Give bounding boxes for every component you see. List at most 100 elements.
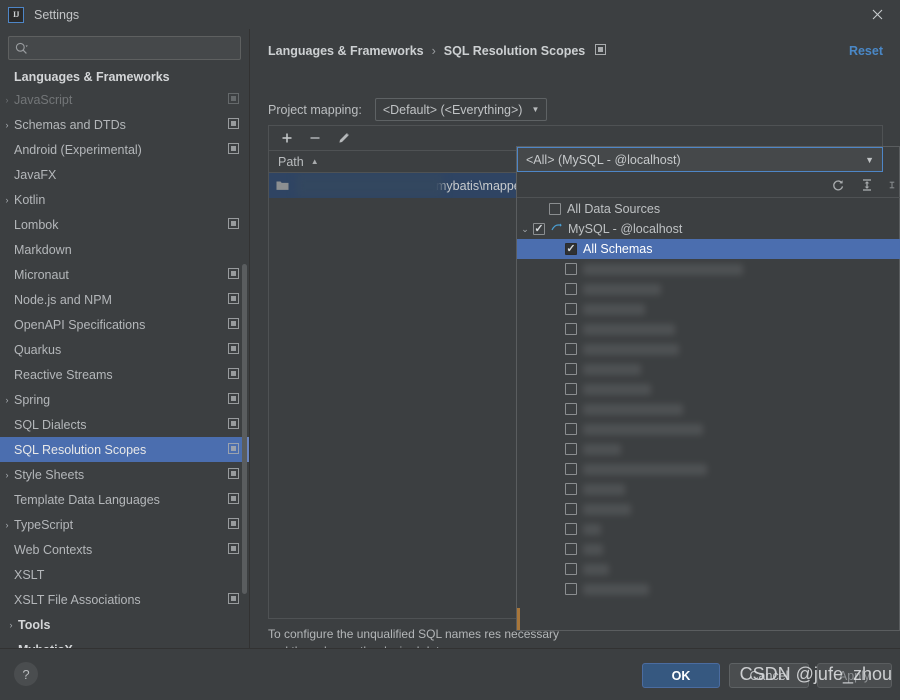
- search-box[interactable]: [8, 36, 241, 60]
- checkbox[interactable]: [565, 423, 577, 435]
- expand-all-icon[interactable]: [888, 177, 896, 193]
- search-input[interactable]: [32, 41, 234, 55]
- checkbox[interactable]: [565, 503, 577, 515]
- schema-list-item[interactable]: [517, 399, 900, 419]
- resolution-scope-combo[interactable]: <All> (MySQL - @localhost) ▼: [517, 147, 883, 172]
- sidebar-item-javascript[interactable]: ›JavaScript: [0, 87, 249, 112]
- schema-list-item[interactable]: [517, 359, 900, 379]
- schema-list-item[interactable]: [517, 539, 900, 559]
- sidebar-item-node-js-and-npm[interactable]: ›Node.js and NPM: [0, 287, 249, 312]
- table-row[interactable]: mybatis\mappe: [269, 173, 517, 198]
- sidebar-item-kotlin[interactable]: ›Kotlin: [0, 187, 249, 212]
- checkbox[interactable]: [565, 243, 577, 255]
- chevron-right-icon[interactable]: ›: [0, 95, 14, 105]
- sidebar-item-web-contexts[interactable]: ›Web Contexts: [0, 537, 249, 562]
- checkbox[interactable]: [533, 223, 545, 235]
- sidebar-item-spring[interactable]: ›Spring: [0, 387, 249, 412]
- schema-list-item[interactable]: [517, 479, 900, 499]
- schema-checkbox-list[interactable]: All Data Sources⌄MySQL - @localhostAll S…: [517, 199, 900, 630]
- sidebar-item-xslt[interactable]: ›XSLT: [0, 562, 249, 587]
- reset-link[interactable]: Reset: [849, 44, 883, 58]
- sidebar-item-markdown[interactable]: ›Markdown: [0, 237, 249, 262]
- chevron-right-icon[interactable]: ›: [0, 470, 14, 480]
- sidebar-item-lombok[interactable]: ›Lombok: [0, 212, 249, 237]
- schema-list-item[interactable]: [517, 339, 900, 359]
- schema-list-item[interactable]: [517, 419, 900, 439]
- sidebar-item-template-data-languages[interactable]: ›Template Data Languages: [0, 487, 249, 512]
- schema-list-item[interactable]: [517, 299, 900, 319]
- checkbox[interactable]: [565, 523, 577, 535]
- schema-list-item-all-data-sources[interactable]: All Data Sources: [517, 199, 900, 219]
- sidebar-item-mybatisx[interactable]: ›MybatisX: [0, 637, 249, 648]
- checkbox[interactable]: [565, 383, 577, 395]
- sidebar-item-reactive-streams[interactable]: ›Reactive Streams: [0, 362, 249, 387]
- settings-tree[interactable]: › Languages & Frameworks ›JavaScript›Sch…: [0, 66, 249, 648]
- chevron-right-icon[interactable]: ›: [0, 520, 14, 530]
- chevron-right-icon[interactable]: ›: [0, 195, 14, 205]
- schema-list-item-mysql-localhost[interactable]: ⌄MySQL - @localhost: [517, 219, 900, 239]
- sidebar-item-javafx[interactable]: ›JavaFX: [0, 162, 249, 187]
- checkbox[interactable]: [565, 363, 577, 375]
- sidebar-item-tools[interactable]: ›Tools: [0, 612, 249, 637]
- column-header-path[interactable]: Path ▲: [269, 151, 517, 173]
- ok-button[interactable]: OK: [642, 663, 720, 688]
- checkbox[interactable]: [565, 403, 577, 415]
- checkbox[interactable]: [565, 483, 577, 495]
- schema-list-item[interactable]: [517, 379, 900, 399]
- schema-list-item[interactable]: [517, 319, 900, 339]
- sidebar-item-micronaut[interactable]: ›Micronaut: [0, 262, 249, 287]
- sidebar-item-list[interactable]: ›JavaScript›Schemas and DTDs›Android (Ex…: [0, 87, 249, 612]
- sidebar-item-schemas-and-dtds[interactable]: ›Schemas and DTDs: [0, 112, 249, 137]
- chevron-down-icon[interactable]: ⌄: [517, 224, 533, 235]
- checkbox[interactable]: [565, 343, 577, 355]
- sidebar-item-xslt-file-associations[interactable]: ›XSLT File Associations: [0, 587, 249, 612]
- checkbox[interactable]: [565, 323, 577, 335]
- popup-scroll-indicator[interactable]: [517, 608, 520, 630]
- schema-list-item-all-schemas[interactable]: All Schemas: [517, 239, 900, 259]
- sidebar-item-typescript[interactable]: ›TypeScript: [0, 512, 249, 537]
- refresh-icon[interactable]: [830, 177, 846, 193]
- sidebar-item-sql-dialects[interactable]: ›SQL Dialects: [0, 412, 249, 437]
- schema-list-item[interactable]: [517, 559, 900, 579]
- chevron-right-icon[interactable]: ›: [0, 395, 14, 405]
- chevron-right-icon[interactable]: ›: [0, 120, 14, 130]
- sidebar-item-style-sheets[interactable]: ›Style Sheets: [0, 462, 249, 487]
- chevron-right-icon[interactable]: ›: [4, 620, 18, 630]
- schema-list-item[interactable]: [517, 439, 900, 459]
- minus-icon[interactable]: [308, 131, 322, 145]
- settings-page-icon[interactable]: [595, 44, 606, 58]
- settings-sidebar[interactable]: › Languages & Frameworks ›JavaScript›Sch…: [0, 29, 250, 648]
- schema-list-item[interactable]: [517, 259, 900, 279]
- help-button[interactable]: ?: [14, 662, 38, 686]
- checkbox[interactable]: [565, 463, 577, 475]
- checkbox[interactable]: [565, 303, 577, 315]
- checkbox[interactable]: [565, 283, 577, 295]
- cancel-button[interactable]: Cancel: [729, 663, 809, 688]
- schema-list-item[interactable]: [517, 279, 900, 299]
- close-icon[interactable]: [854, 0, 900, 29]
- sidebar-scrollbar[interactable]: [242, 264, 247, 594]
- checkbox[interactable]: [565, 563, 577, 575]
- sidebar-item-openapi-specifications[interactable]: ›OpenAPI Specifications: [0, 312, 249, 337]
- checkbox[interactable]: [565, 543, 577, 555]
- sidebar-item-quarkus[interactable]: ›Quarkus: [0, 337, 249, 362]
- breadcrumb-parent[interactable]: Languages & Frameworks: [268, 44, 424, 58]
- apply-button[interactable]: Apply: [817, 663, 892, 688]
- popup-toolbar[interactable]: [517, 173, 900, 198]
- sidebar-item-android-experimental[interactable]: ›Android (Experimental): [0, 137, 249, 162]
- checkbox[interactable]: [565, 443, 577, 455]
- collapse-all-icon[interactable]: [859, 177, 875, 193]
- checkbox[interactable]: [565, 263, 577, 275]
- sidebar-root-list[interactable]: ›Tools›MybatisX: [0, 612, 249, 648]
- pencil-icon[interactable]: [336, 131, 350, 145]
- checkbox[interactable]: [549, 203, 561, 215]
- checkbox[interactable]: [565, 583, 577, 595]
- spacer: ›: [0, 245, 14, 255]
- plus-icon[interactable]: [280, 131, 294, 145]
- schema-list-item[interactable]: [517, 499, 900, 519]
- sidebar-item-sql-resolution-scopes[interactable]: ›SQL Resolution Scopes: [0, 437, 249, 462]
- project-mapping-dropdown[interactable]: <Default> (<Everything>) ▼: [375, 98, 548, 121]
- schema-list-item[interactable]: [517, 579, 900, 599]
- schema-list-item[interactable]: [517, 459, 900, 479]
- schema-list-item[interactable]: [517, 519, 900, 539]
